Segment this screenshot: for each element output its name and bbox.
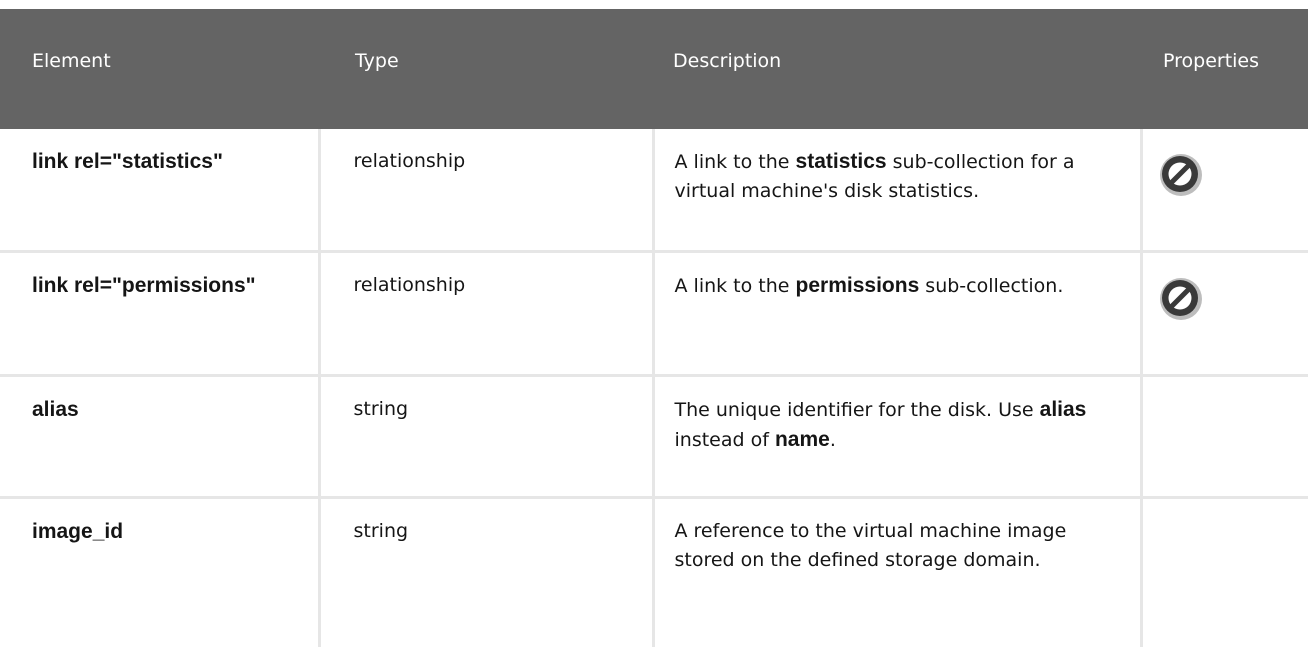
table-row: link rel="permissions" relationship A li… bbox=[0, 251, 1308, 377]
element-description: A reference to the virtual machine image… bbox=[653, 497, 1143, 647]
element-properties bbox=[1141, 251, 1308, 377]
read-only-icon bbox=[1157, 275, 1205, 323]
desc-text: A link to the bbox=[674, 274, 790, 297]
element-type: string bbox=[319, 375, 655, 499]
table-row: image_id string A reference to the virtu… bbox=[0, 497, 1308, 647]
element-properties bbox=[1141, 375, 1308, 499]
header-description: Description bbox=[653, 9, 1141, 129]
header-properties: Properties bbox=[1141, 9, 1308, 129]
table-header: Element Type Description Properties bbox=[0, 9, 1308, 129]
element-type: string bbox=[319, 497, 655, 647]
table-row: link rel="statistics" relationship A lin… bbox=[0, 129, 1308, 253]
desc-term: alias bbox=[1039, 397, 1087, 421]
element-name: link rel="permissions" bbox=[0, 251, 321, 377]
desc-text: . bbox=[829, 428, 836, 451]
element-type: relationship bbox=[319, 129, 655, 253]
header-element: Element bbox=[0, 9, 319, 129]
desc-text: sub-collection. bbox=[925, 274, 1064, 297]
element-properties bbox=[1141, 129, 1308, 253]
element-description: A link to the permissions sub-collection… bbox=[653, 251, 1143, 377]
table-row: alias string The unique identifier for t… bbox=[0, 375, 1308, 499]
desc-term: statistics bbox=[795, 150, 887, 173]
desc-text: A reference to the virtual machine image… bbox=[674, 519, 1067, 571]
desc-text: The unique identifier for the disk. Use bbox=[674, 398, 1034, 421]
properties-table: Element Type Description Properties link… bbox=[0, 9, 1308, 647]
table-body: link rel="statistics" relationship A lin… bbox=[0, 129, 1308, 647]
element-name: link rel="statistics" bbox=[0, 129, 321, 253]
desc-term: permissions bbox=[795, 273, 920, 297]
element-description: A link to the statistics sub-collection … bbox=[653, 129, 1143, 253]
element-description: The unique identifier for the disk. Use … bbox=[653, 375, 1143, 499]
header-type: Type bbox=[319, 9, 653, 129]
desc-text: A link to the bbox=[674, 151, 790, 173]
read-only-icon bbox=[1157, 151, 1205, 199]
element-name: image_id bbox=[0, 497, 321, 647]
desc-text: instead of bbox=[674, 428, 769, 451]
top-strip bbox=[0, 0, 1308, 9]
element-type: relationship bbox=[319, 251, 655, 377]
desc-term: name bbox=[774, 427, 830, 451]
header-row: Element Type Description Properties bbox=[0, 9, 1308, 129]
element-name: alias bbox=[0, 375, 321, 499]
element-properties bbox=[1141, 497, 1308, 647]
